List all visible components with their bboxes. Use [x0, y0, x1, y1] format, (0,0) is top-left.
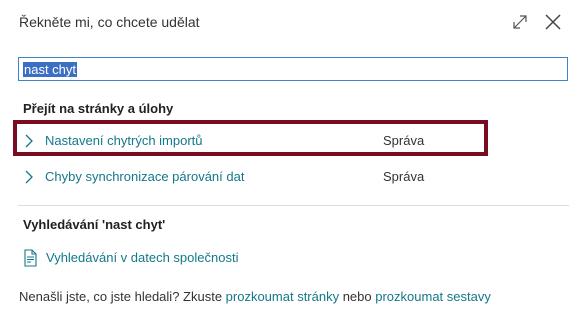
chevron-right-icon — [24, 170, 34, 189]
divider — [18, 205, 569, 206]
result-label: Chyby synchronizace párování dat — [45, 169, 245, 184]
result-label: Nastavení chytrých importů — [45, 133, 203, 148]
explore-reports-link[interactable]: prozkoumat sestavy — [375, 289, 491, 304]
search-input[interactable]: nast chyt — [18, 57, 568, 81]
footer-middle: nebo — [339, 289, 376, 304]
company-search-label: Vyhledávání v datech společnosti — [46, 250, 239, 265]
pages-section-heading: Přejít na stránky a úlohy — [23, 101, 174, 116]
close-icon[interactable] — [543, 12, 563, 32]
result-item-smart-import-setup[interactable]: Nastavení chytrých importů Správa — [18, 126, 568, 156]
result-item-sync-errors[interactable]: Chyby synchronizace párování dat Správa — [18, 162, 568, 192]
footer-prefix: Nenašli jste, co jste hledali? Zkuste — [19, 289, 226, 304]
result-category: Správa — [383, 133, 425, 148]
expand-icon[interactable] — [510, 12, 530, 32]
footer-text: Nenašli jste, co jste hledali? Zkuste pr… — [19, 289, 491, 304]
result-category: Správa — [383, 169, 425, 184]
search-section-heading: Vyhledávání 'nast chyt' — [23, 217, 166, 232]
chevron-right-icon — [24, 134, 34, 153]
explore-pages-link[interactable]: prozkoumat stránky — [226, 289, 339, 304]
document-search-icon — [23, 249, 39, 272]
dialog-title: Řekněte mi, co chcete udělat — [19, 14, 200, 30]
tell-me-dialog: Řekněte mi, co chcete udělat nast chyt P… — [0, 0, 581, 311]
search-input-value: nast chyt — [23, 62, 78, 77]
